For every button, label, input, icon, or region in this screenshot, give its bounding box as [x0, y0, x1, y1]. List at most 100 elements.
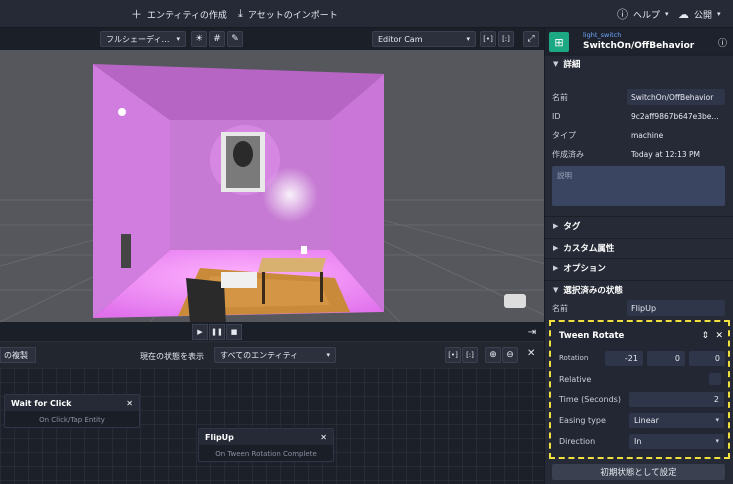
play-icon[interactable]: ▶ — [192, 324, 208, 340]
help-label: ヘルプ — [633, 10, 661, 21]
direction-row: Direction In — [559, 433, 724, 449]
easing-row: Easing type Linear — [559, 412, 724, 428]
rotation-y-field[interactable]: 0 — [647, 350, 685, 366]
easing-select[interactable]: Linear — [629, 412, 724, 428]
frame-selection-icon[interactable]: [•] — [480, 31, 496, 47]
create-entity-button[interactable]: ＋ エンティティの作成 — [131, 6, 227, 22]
header-title: SwitchOn/OffBehavior — [583, 41, 695, 51]
exit-icon[interactable]: ⇥ — [524, 324, 540, 340]
light-bulb — [118, 108, 126, 116]
reorder-icon[interactable]: ⇕ — [701, 331, 709, 341]
frame-all-icon[interactable]: [:] — [462, 347, 478, 363]
header-entity-name: light_switch — [583, 31, 622, 39]
name-label: 名前 — [552, 92, 568, 102]
id-row: ID 9c2aff9867b647e3be… — [552, 108, 728, 124]
publish-button[interactable]: ☁ 公開 ▾ — [678, 6, 721, 22]
box — [221, 272, 257, 288]
selected-state-section-header[interactable]: ▼ 選択済みの状態 — [545, 280, 733, 298]
stop-icon[interactable]: ■ — [226, 324, 242, 340]
scene-viewport[interactable]: フルシェーディ… ▾ ☀ # ✎ Editor Cam ▾ [•] [:] ⤢ — [0, 28, 544, 322]
help-icon[interactable]: ⓘ — [718, 36, 727, 49]
created-value: Today at 12:13 PM — [631, 149, 700, 159]
chevron-down-icon: ▼ — [553, 285, 559, 294]
viewport-toolbar: フルシェーディ… ▾ ☀ # ✎ Editor Cam ▾ [•] [:] ⤢ — [0, 28, 544, 50]
chevron-down-icon: ▾ — [665, 10, 669, 18]
tags-title: タグ — [563, 221, 581, 232]
vr-headset-icon[interactable] — [504, 294, 526, 308]
id-value: 9c2aff9867b647e3be… — [631, 111, 719, 121]
scene-render[interactable] — [0, 50, 544, 322]
chevron-right-icon: ▶ — [553, 263, 559, 272]
name-row: 名前 SwitchOn/OffBehavior — [552, 89, 728, 105]
time-field[interactable]: 2 — [629, 391, 724, 407]
frame-selection-icon[interactable]: [•] — [445, 347, 461, 363]
desk-leg — [320, 272, 323, 302]
behavior-toolbar: の複製 現在の状態を表示 すべてのエンティティ ▾ [•] [:] ⊕ ⊖ ✕ — [0, 342, 544, 368]
node-title: Wait for Click — [11, 398, 72, 408]
tween-header: Tween Rotate ⇕ ✕ — [559, 328, 723, 344]
description-field[interactable]: 説明 — [552, 166, 725, 206]
node-title: FlipUp — [205, 432, 234, 442]
rotation-label: Rotation — [559, 354, 589, 362]
state-name-field[interactable]: FlipUp — [627, 300, 725, 316]
rotation-x-field[interactable]: -21 — [605, 350, 643, 366]
zoom-out-icon[interactable]: ⊖ — [502, 347, 518, 363]
state-node-wait-for-click[interactable]: Wait for Click ✕ On Click/Tap Entity — [4, 394, 140, 428]
camera-select[interactable]: Editor Cam ▾ — [372, 31, 476, 47]
top-toolbar: ＋ エンティティの作成 ⤓ アセットのインポート ⓘ ヘルプ ▾ ☁ 公開 ▾ — [0, 0, 733, 28]
desk-leg — [262, 272, 265, 304]
close-icon[interactable]: ✕ — [320, 433, 327, 442]
state-name-label: 名前 — [552, 303, 568, 313]
lamp — [301, 246, 307, 254]
tween-title: Tween Rotate — [559, 331, 625, 341]
zoom-in-icon[interactable]: ⊕ — [485, 347, 501, 363]
plus-icon: ＋ — [131, 8, 142, 21]
entity-filter-label: すべてのエンティティ — [220, 350, 299, 360]
easing-label: Easing type — [559, 415, 606, 425]
fullscreen-icon[interactable]: ⤢ — [523, 31, 539, 47]
node-header: Wait for Click ✕ — [5, 395, 139, 411]
download-icon: ⤓ — [238, 7, 243, 20]
duplicate-button[interactable]: の複製 — [0, 347, 36, 363]
cloud-upload-icon: ☁ — [678, 7, 689, 21]
direction-select[interactable]: In — [629, 433, 724, 449]
details-section-header[interactable]: ▼ 詳細 — [545, 54, 733, 72]
chevron-down-icon: ▼ — [553, 59, 559, 68]
relative-checkbox[interactable] — [709, 373, 721, 385]
node-subtitle: On Tween Rotation Complete — [215, 450, 317, 458]
close-icon[interactable]: ✕ — [126, 399, 133, 408]
name-field[interactable]: SwitchOn/OffBehavior — [627, 89, 725, 105]
custom-attributes-section-header[interactable]: ▶ カスタム属性 — [545, 238, 733, 256]
chevron-right-icon: ▶ — [553, 221, 559, 230]
created-row: 作成済み Today at 12:13 PM — [552, 146, 728, 162]
tween-rotate-action: Tween Rotate ⇕ ✕ Rotation -21 0 0 Relati… — [549, 320, 730, 459]
options-title: オプション — [563, 263, 606, 274]
tags-section-header[interactable]: ▶ タグ — [545, 216, 733, 234]
set-initial-state-button[interactable]: 初期状態として設定 — [552, 464, 725, 480]
easing-value: Linear — [634, 415, 659, 425]
lighting-icon[interactable]: ☀ — [191, 31, 207, 47]
direction-label: Direction — [559, 436, 596, 446]
behavior-logo-icon: ⊞ — [549, 32, 569, 52]
type-row: タイプ machine — [552, 127, 728, 143]
chevron-down-icon: ▾ — [176, 35, 180, 43]
options-section-header[interactable]: ▶ オプション — [545, 258, 733, 276]
chevron-down-icon: ▾ — [466, 35, 470, 43]
type-label: タイプ — [552, 130, 576, 140]
help-button[interactable]: ⓘ ヘルプ ▾ — [617, 6, 669, 22]
grid-icon[interactable]: # — [209, 31, 225, 47]
close-icon[interactable]: ✕ — [527, 348, 535, 359]
entity-filter-select[interactable]: すべてのエンティティ ▾ — [214, 347, 336, 363]
pause-icon[interactable]: ❚❚ — [209, 324, 225, 340]
frame-all-icon[interactable]: [:] — [498, 31, 514, 47]
created-label: 作成済み — [552, 149, 584, 159]
shading-select[interactable]: フルシェーディ… ▾ — [100, 31, 186, 47]
rotation-z-field[interactable]: 0 — [689, 350, 725, 366]
wrench-icon[interactable]: ✎ — [227, 31, 243, 47]
import-asset-button[interactable]: ⤓ アセットのインポート — [238, 6, 338, 22]
state-node-flipup[interactable]: FlipUp ✕ On Tween Rotation Complete — [198, 428, 334, 462]
state-name-row: 名前 FlipUp — [552, 300, 728, 316]
custom-attributes-title: カスタム属性 — [563, 243, 615, 254]
behavior-canvas[interactable]: Wait for Click ✕ On Click/Tap Entity Fli… — [0, 368, 544, 484]
close-icon[interactable]: ✕ — [715, 331, 723, 341]
